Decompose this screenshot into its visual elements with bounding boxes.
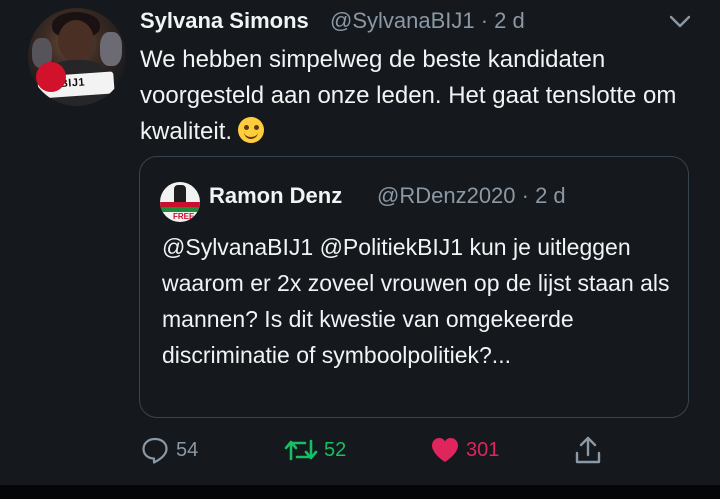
- smiling-face-emoji-icon: [238, 117, 265, 143]
- chevron-down-icon[interactable]: [668, 14, 692, 30]
- quoted-tweet-text: @SylvanaBIJ1 @PolitiekBIJ1 kun je uitleg…: [162, 234, 670, 368]
- tweet-text: We hebben simpelweg de beste kandidaten …: [140, 42, 700, 150]
- tweet-actions: 54 52 301: [0, 430, 720, 470]
- heart-icon: [432, 438, 458, 462]
- author-handle-time[interactable]: @SylvanaBIJ1 · 2 d: [330, 8, 525, 34]
- quoted-author-handle-time[interactable]: @RDenz2020 · 2 d: [377, 183, 566, 209]
- reply-icon: [142, 437, 168, 464]
- avatar-face: [58, 20, 94, 62]
- quoted-tweet[interactable]: FREE Ramon Denz @RDenz2020 · 2 d @Sylvan…: [139, 156, 689, 418]
- avatar-background-person: [100, 32, 122, 66]
- avatar-badge: [36, 62, 66, 92]
- reply-count: 54: [176, 438, 199, 461]
- retweet-icon: [284, 439, 318, 461]
- bottom-edge: [0, 485, 720, 499]
- tweet-text-body: We hebben simpelweg de beste kandidaten …: [140, 46, 677, 145]
- retweet-button[interactable]: 52: [284, 430, 346, 470]
- avatar-free-text: FREE: [173, 212, 195, 221]
- like-count: 301: [466, 438, 500, 461]
- share-icon: [575, 436, 601, 464]
- share-button[interactable]: [573, 430, 603, 470]
- author-name[interactable]: Sylvana Simons: [140, 8, 309, 34]
- fist-icon: [174, 185, 186, 203]
- author-avatar[interactable]: BIJ1: [28, 8, 126, 106]
- retweet-count: 52: [324, 438, 347, 461]
- reply-button[interactable]: 54: [140, 430, 198, 470]
- quoted-author-name[interactable]: Ramon Denz: [209, 183, 342, 209]
- tweet[interactable]: BIJ1 Sylvana Simons @SylvanaBIJ1 · 2 d W…: [0, 0, 720, 499]
- like-button[interactable]: 301: [430, 430, 499, 470]
- quoted-author-avatar[interactable]: FREE: [160, 182, 200, 222]
